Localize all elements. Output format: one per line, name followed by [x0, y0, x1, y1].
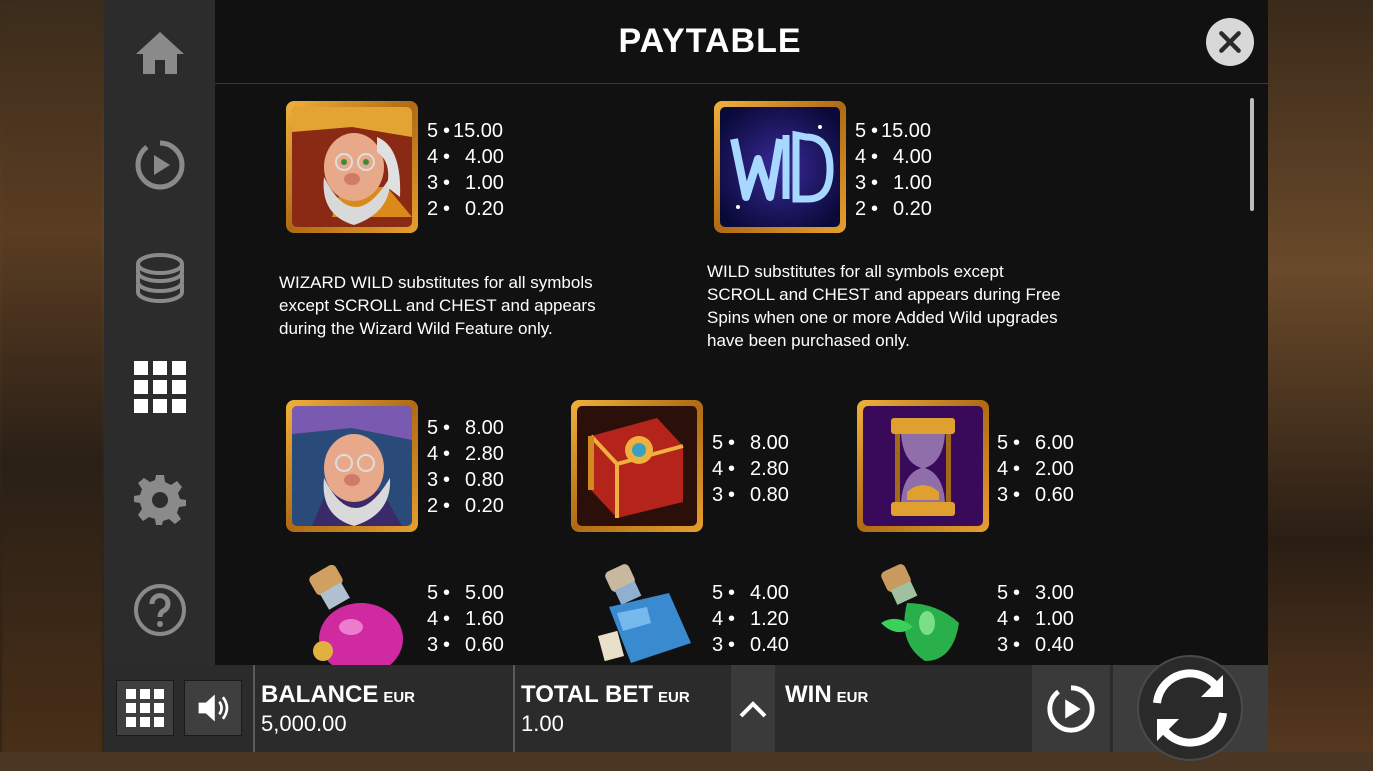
pay-row: 4 • 1.00 [997, 608, 1074, 630]
wild-description: WILD substitutes for all symbols except … [707, 262, 1061, 350]
balance-label: BALANCE EUR [261, 681, 415, 708]
pay-row: 3 • 1.00 [427, 172, 504, 194]
gear-icon[interactable] [132, 471, 188, 527]
pay-row: 5 • 8.00 [427, 417, 504, 439]
symbol-book [571, 400, 703, 532]
divider [513, 665, 515, 752]
paytable-wizard-wild: 5 • 15.00 4 • 4.00 3 • 1.00 2 • 0.20 [427, 118, 504, 222]
spin-button[interactable] [1135, 653, 1245, 763]
background-left [0, 0, 104, 771]
pay-row: 5 • 6.00 [997, 432, 1074, 454]
divider [253, 665, 255, 752]
pay-row: 3 • 0.40 [997, 634, 1074, 656]
pay-row: 4 • 2.80 [427, 443, 504, 465]
close-icon [1219, 31, 1241, 53]
pay-row: 5 • 15.00 [855, 120, 932, 142]
menu-button[interactable] [116, 680, 174, 736]
pay-row: 5 • 8.00 [712, 432, 789, 454]
pay-row: 2 • 0.20 [427, 198, 504, 220]
pay-row: 3 • 0.80 [427, 469, 504, 491]
bottom-bar: BALANCE EUR 5,000.00 TOTAL BET EUR 1.00 WI… [104, 655, 1268, 761]
sidebar [104, 0, 215, 665]
paytable-hourglass: 5 • 6.00 4 • 2.00 3 • 0.60 [997, 430, 1074, 508]
wizard-wild-description: WIZARD WILD substitutes for all symbols … [279, 273, 596, 338]
total-bet-label: TOTAL BET EUR [521, 681, 690, 708]
spin-button-area [1113, 655, 1268, 761]
paytable-grid-icon[interactable] [132, 359, 188, 415]
help-icon[interactable] [132, 582, 188, 638]
pay-row: 5 • 5.00 [427, 582, 504, 604]
paytable-wild: 5 • 15.00 4 • 4.00 3 • 1.00 2 • 0.20 [855, 118, 932, 222]
bet-up-button[interactable] [731, 665, 775, 752]
speaker-icon [198, 694, 229, 722]
pay-row: 3 • 0.80 [712, 484, 789, 506]
pay-row: 3 • 1.00 [855, 172, 932, 194]
symbol-wild [714, 101, 846, 233]
panel-header: PAYTABLE [215, 0, 1268, 84]
pay-row: 4 • 4.00 [855, 146, 932, 168]
symbol-wizard [286, 400, 418, 532]
autoplay-icon [1047, 684, 1095, 733]
pay-row: 4 • 4.00 [427, 146, 504, 168]
pay-row: 5 • 4.00 [712, 582, 789, 604]
sound-button[interactable] [184, 680, 242, 736]
pay-row: 3 • 0.40 [712, 634, 789, 656]
balance-value: 5,000.00 [261, 711, 347, 736]
close-button[interactable] [1206, 18, 1254, 66]
home-icon[interactable] [132, 25, 188, 81]
symbol-blue-potion [597, 564, 691, 663]
pay-row: 3 • 0.60 [997, 484, 1074, 506]
pay-row: 3 • 0.60 [427, 634, 504, 656]
pay-row: 2 • 0.20 [427, 495, 504, 517]
paytable-panel: PAYTABLE 5 • 15.00 4 • 4.00 3 • 1.00 2 • 0 [215, 0, 1268, 665]
coins-icon[interactable] [132, 249, 188, 305]
scrollbar[interactable] [1250, 98, 1254, 211]
grid-icon [126, 689, 164, 727]
win-label: WIN EUR [785, 681, 869, 708]
total-bet-value: 1.00 [521, 711, 564, 736]
paytable-green-potion: 5 • 3.00 4 • 1.00 3 • 0.40 [997, 580, 1074, 658]
symbol-hourglass [857, 400, 989, 532]
pay-row: 5 • 15.00 [427, 120, 504, 142]
page-title: PAYTABLE [618, 22, 802, 60]
pay-row: 4 • 1.20 [712, 608, 789, 630]
pay-row: 4 • 2.00 [997, 458, 1074, 480]
symbol-wizard-wild [286, 101, 418, 233]
paytable-wizard: 5 • 8.00 4 • 2.80 3 • 0.80 2 • 0.20 [427, 415, 504, 519]
paytable-book: 5 • 8.00 4 • 2.80 3 • 0.80 [712, 430, 789, 508]
symbol-green-potion [881, 564, 959, 661]
chevron-up-icon [739, 700, 767, 717]
autoplay-icon[interactable] [132, 137, 188, 193]
pay-row: 2 • 0.20 [855, 198, 932, 220]
autoplay-button[interactable] [1032, 665, 1110, 752]
pay-row: 5 • 3.00 [997, 582, 1074, 604]
pay-row: 4 • 2.80 [712, 458, 789, 480]
paytable-pink-potion: 5 • 5.00 4 • 1.60 3 • 0.60 [427, 580, 504, 658]
pay-row: 4 • 1.60 [427, 608, 504, 630]
paytable-blue-potion: 5 • 4.00 4 • 1.20 3 • 0.40 [712, 580, 789, 658]
background-right [1268, 0, 1373, 771]
symbol-pink-potion [309, 565, 403, 665]
